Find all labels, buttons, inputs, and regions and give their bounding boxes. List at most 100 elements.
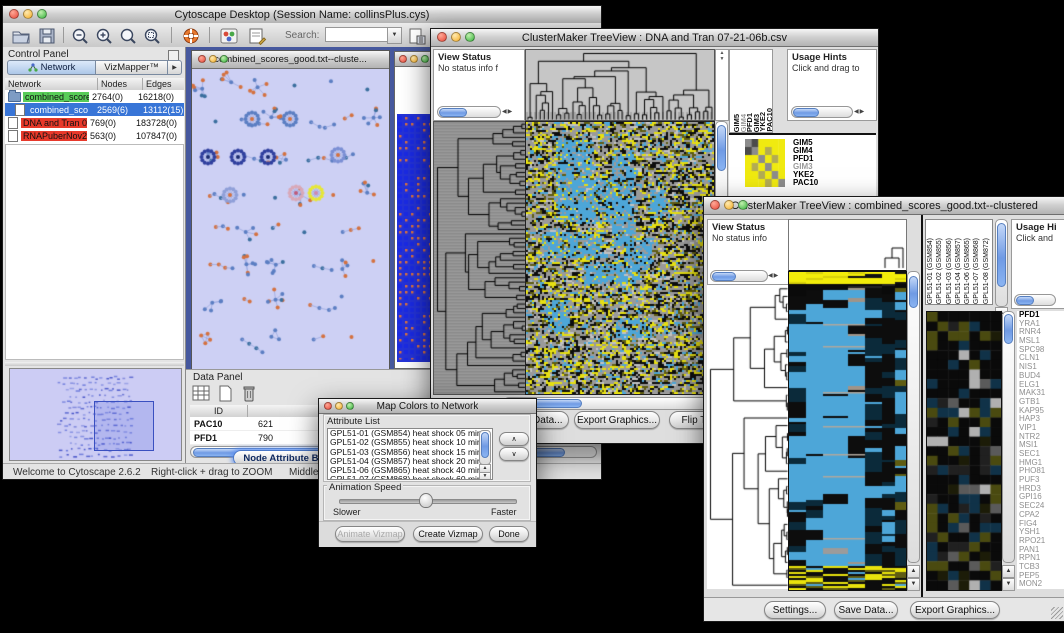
tv2-column-dendrogram[interactable] <box>788 219 907 272</box>
scroll-left-right-arrows[interactable]: ◀▶ <box>768 272 779 279</box>
attribute-list-item[interactable]: GPL51-07 (GSM868) heat shock 60 min <box>328 475 492 480</box>
tv2-export-graphics-button[interactable]: Export Graphics... <box>910 601 1000 619</box>
attribute-listbox[interactable]: GPL51-01 (GSM854) heat shock 05 minGPL51… <box>327 428 493 480</box>
column-label: PAC10 <box>765 108 772 132</box>
tab-overflow-label: ▶ <box>172 64 177 71</box>
network-table-row[interactable]: combined_sco2569(6)13112(15) <box>5 103 184 116</box>
tab-vizmapper[interactable]: VizMapper™ <box>96 60 168 75</box>
scroll-left-right-arrows[interactable]: ◀▶ <box>502 108 513 115</box>
control-panel-tabs: Network VizMapper™ ▶ <box>7 60 182 75</box>
zoom-button[interactable] <box>421 55 429 63</box>
minimize-button[interactable] <box>335 402 343 410</box>
panel-splitter[interactable] <box>5 362 184 366</box>
tv1-row-dendrogram[interactable] <box>433 121 527 395</box>
col-network[interactable]: Network <box>5 78 98 90</box>
column-label: GPL51-01 (GSM854) <box>927 238 936 304</box>
zoom-selected-icon[interactable] <box>143 27 163 45</box>
tab-network[interactable]: Network <box>7 60 96 75</box>
save-session-icon[interactable] <box>37 27 57 45</box>
minimize-button[interactable] <box>451 32 461 42</box>
birdseye-viewport-rect[interactable] <box>94 401 154 451</box>
network-view-titlebar[interactable]: combined_scores_good.txt--cluste... <box>192 51 389 69</box>
zoom-button[interactable] <box>346 402 354 410</box>
new-attribute-icon[interactable] <box>216 385 234 402</box>
network-list-area[interactable] <box>5 144 184 360</box>
tv2-settings-button[interactable]: Settings... <box>764 601 826 619</box>
col-id[interactable]: ID <box>190 405 248 417</box>
close-button[interactable] <box>437 32 447 42</box>
tv2-zoom-down-button[interactable]: ▼ <box>1002 578 1015 591</box>
tv2-zoom-vscrollbar[interactable] <box>1002 311 1015 563</box>
tv2-zoom-up-button[interactable]: ▲ <box>1002 565 1015 578</box>
move-down-button[interactable]: ∨ <box>499 447 529 461</box>
help-lifering-icon[interactable] <box>181 27 201 45</box>
dialog-titlebar[interactable]: Map Colors to Network <box>319 399 536 414</box>
zoom-in-icon[interactable] <box>95 27 115 45</box>
gene-label: MON2 <box>1019 580 1064 589</box>
zoom-button[interactable] <box>465 32 475 42</box>
zoom-button[interactable] <box>738 200 748 210</box>
close-button[interactable] <box>9 9 19 19</box>
tv1-heatmap[interactable] <box>525 121 715 395</box>
tv2-heatmap[interactable] <box>788 271 907 591</box>
zoom-fit-icon[interactable] <box>119 27 139 45</box>
annotation-icon[interactable] <box>247 27 267 45</box>
network-view-window[interactable]: combined_scores_good.txt--cluste... <box>191 50 390 369</box>
vizmapper-icon[interactable] <box>219 27 239 45</box>
scroll-left-right-arrows[interactable]: ◀▶ <box>854 108 865 115</box>
network-table-row[interactable]: RNAPuberNov2+563(0)107847(0) <box>5 129 184 142</box>
zoom-out-icon[interactable] <box>71 27 91 45</box>
tv2-scroll-up-button[interactable]: ▲ <box>907 565 920 578</box>
network-table-row[interactable]: combined_scores2764(0)16218(0) <box>5 90 184 103</box>
animate-vizmap-button[interactable]: Animate Vizmap <box>335 526 405 542</box>
attribute-list-vscrollbar[interactable] <box>479 430 491 465</box>
col-nodes[interactable]: Nodes <box>98 78 143 90</box>
animation-slider-thumb[interactable] <box>419 493 433 508</box>
zoom-button[interactable] <box>37 9 47 19</box>
minimize-button[interactable] <box>209 55 217 63</box>
column-label: YKE2 <box>758 112 765 132</box>
usage-hints-scrollbar[interactable] <box>791 106 853 118</box>
tv2-zoom-heatmap[interactable] <box>926 311 1002 591</box>
birdseye-view[interactable] <box>9 368 182 461</box>
close-button[interactable] <box>399 55 407 63</box>
create-vizmap-button[interactable]: Create Vizmap <box>413 526 483 542</box>
tab-overflow-arrow[interactable]: ▶ <box>168 60 182 75</box>
tv1-submatrix-heatmap[interactable] <box>745 139 785 187</box>
view-status-scrollbar[interactable] <box>710 270 768 282</box>
network-graph-canvas[interactable] <box>192 69 387 367</box>
open-file-icon[interactable] <box>11 27 31 45</box>
minimize-button[interactable] <box>23 9 33 19</box>
tv2-labels-vscrollbar[interactable] <box>995 219 1008 307</box>
tv2-scroll-down-button[interactable]: ▼ <box>907 578 920 591</box>
close-button[interactable] <box>324 402 332 410</box>
search-input[interactable] <box>325 27 389 42</box>
tv2-titlebar[interactable]: ClusterMaker TreeView : combined_scores_… <box>704 197 1064 215</box>
network-table-row[interactable]: DNA and Tran 07769(0)183728(0) <box>5 116 184 129</box>
tv1-column-dendrogram[interactable] <box>525 49 715 121</box>
tv1-titlebar[interactable]: ClusterMaker TreeView : DNA and Tran 07-… <box>431 29 878 47</box>
attr-scroll-down[interactable]: ▼ <box>479 472 491 480</box>
usage-hints-scrollbar[interactable] <box>1014 294 1056 306</box>
network-edges: 16218(0) <box>138 92 174 102</box>
resize-grip[interactable] <box>1051 607 1063 619</box>
minimize-button[interactable] <box>724 200 734 210</box>
tv2-heatmap-vscrollbar[interactable] <box>907 271 920 563</box>
attribute-table-icon[interactable] <box>192 385 210 402</box>
delete-attribute-icon[interactable] <box>240 384 258 402</box>
tv2-save-data-button[interactable]: Save Data... <box>834 601 898 619</box>
col-edges[interactable]: Edges <box>143 78 184 90</box>
main-titlebar[interactable]: Cytoscape Desktop (Session Name: collins… <box>3 6 601 24</box>
attribute-browser-icon[interactable] <box>407 27 427 45</box>
close-button[interactable] <box>198 55 206 63</box>
treeview2-window: ClusterMaker TreeView : combined_scores_… <box>703 196 1064 622</box>
tv1-export-graphics-button[interactable]: Export Graphics... <box>574 411 660 429</box>
zoom-button[interactable] <box>220 55 228 63</box>
close-button[interactable] <box>710 200 720 210</box>
tv2-row-dendrogram[interactable] <box>707 285 788 589</box>
minimize-button[interactable] <box>410 55 418 63</box>
view-status-scrollbar[interactable] <box>437 106 501 118</box>
search-dropdown-button[interactable]: ▼ <box>387 27 402 44</box>
done-button[interactable]: Done <box>489 526 529 542</box>
move-up-button[interactable]: ∧ <box>499 432 529 446</box>
